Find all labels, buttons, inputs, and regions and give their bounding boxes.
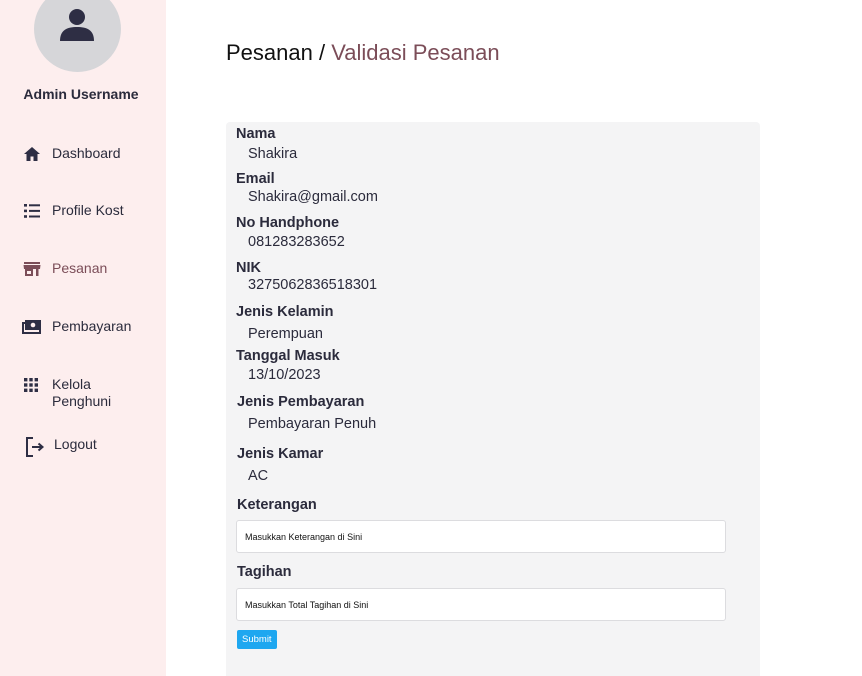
sidebar-item-label: Profile Kost — [52, 202, 124, 218]
tagihan-input[interactable] — [236, 588, 726, 621]
sidebar-item-profile-kost[interactable]: Profile Kost — [22, 202, 124, 220]
keterangan-label: Keterangan — [237, 497, 317, 513]
sidebar-item-label: Logout — [54, 436, 97, 452]
detail-label-email: Email — [236, 171, 275, 187]
breadcrumb-separator: / — [312, 40, 332, 65]
logout-icon — [26, 437, 45, 457]
detail-value-tanggal-masuk: 13/10/2023 — [248, 367, 321, 383]
sidebar-item-dashboard[interactable]: Dashboard — [22, 145, 121, 163]
admin-username: Admin Username — [23, 86, 139, 102]
breadcrumb: Pesanan / Validasi Pesanan — [226, 40, 500, 66]
detail-label-nama: Nama — [236, 126, 276, 142]
sidebar-item-kelola-penghuni[interactable]: Kelola Penghuni — [22, 376, 132, 410]
home-icon — [24, 147, 40, 161]
breadcrumb-current: Validasi Pesanan — [331, 40, 500, 65]
detail-label-tanggal-masuk: Tanggal Masuk — [236, 348, 340, 364]
detail-value-email: Shakira@gmail.com — [248, 189, 378, 205]
user-icon — [60, 9, 94, 41]
detail-value-jenis-kamar: AC — [248, 468, 269, 484]
detail-value-nik: 3275062836518301 — [248, 277, 378, 293]
store-icon — [23, 262, 41, 276]
detail-value-no-handphone: 081283283652 — [248, 234, 345, 250]
detail-label-nik: NIK — [236, 260, 261, 276]
detail-label-jenis-kelamin: Jenis Kelamin — [236, 304, 334, 320]
grid-icon — [24, 378, 38, 392]
detail-label-no-handphone: No Handphone — [236, 215, 340, 231]
sidebar-item-label: Pesanan — [52, 260, 108, 276]
sidebar-item-label: Kelola Penghuni — [52, 376, 112, 409]
list-icon — [24, 204, 40, 218]
sidebar-item-pembayaran[interactable]: Pembayaran — [22, 318, 131, 336]
tagihan-label: Tagihan — [237, 564, 292, 580]
detail-label-jenis-kamar: Jenis Kamar — [237, 446, 324, 462]
money-icon — [22, 320, 41, 334]
sidebar-item-label: Dashboard — [52, 145, 121, 161]
avatar — [34, 0, 121, 72]
detail-label-jenis-pembayaran: Jenis Pembayaran — [237, 394, 365, 410]
breadcrumb-parent[interactable]: Pesanan — [226, 40, 313, 65]
keterangan-input[interactable] — [236, 520, 726, 553]
sidebar-item-pesanan[interactable]: Pesanan — [22, 260, 107, 278]
sidebar-item-logout[interactable]: Logout — [24, 436, 97, 458]
sidebar: Admin Username Dashboard Profile Kost Pe… — [0, 0, 166, 676]
detail-value-nama: Shakira — [248, 146, 298, 162]
sidebar-item-label: Pembayaran — [52, 318, 132, 334]
submit-button[interactable]: Submit — [237, 630, 277, 649]
order-validation-panel: Nama Shakira Email Shakira@gmail.com No … — [226, 122, 760, 676]
detail-value-jenis-pembayaran: Pembayaran Penuh — [248, 416, 377, 432]
detail-value-jenis-kelamin: Perempuan — [248, 326, 323, 342]
